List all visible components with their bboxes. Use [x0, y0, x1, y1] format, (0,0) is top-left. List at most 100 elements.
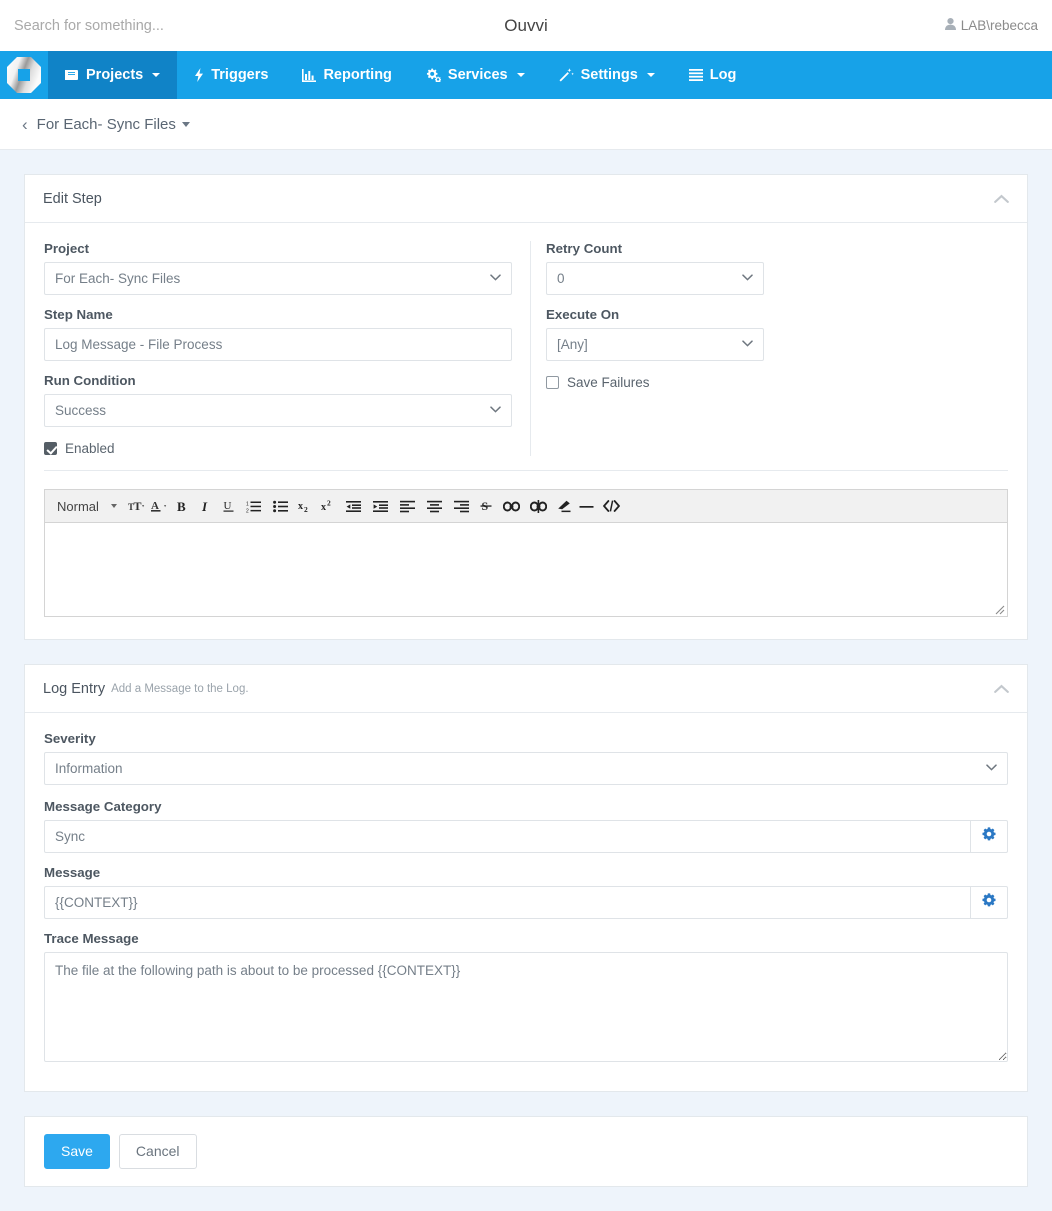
save-button[interactable]: Save: [44, 1134, 110, 1169]
field-step-name: Step Name: [44, 307, 512, 373]
log-entry-header: Log Entry Add a Message to the Log.: [25, 665, 1027, 713]
bolt-icon: [194, 68, 204, 82]
log-entry-body: Severity Message Category: [25, 713, 1027, 1091]
svg-text:U: U: [223, 500, 231, 512]
edit-step-left-column: Project Step Name Run Conditi: [44, 241, 531, 456]
bullet-list-icon[interactable]: [268, 494, 294, 518]
font-color-icon[interactable]: A: [149, 494, 171, 518]
run-condition-select[interactable]: [44, 394, 512, 427]
nav-label-services: Services: [447, 67, 508, 83]
unlink-icon[interactable]: [526, 494, 552, 518]
nav-label-settings: Settings: [580, 67, 638, 83]
editor-toolbar: Normal TT A B I U 1 2 x 2 x 2 S: [44, 489, 1008, 522]
main-navigation: Projects Triggers Reporting Services Set…: [0, 51, 1052, 99]
cancel-button[interactable]: Cancel: [118, 1134, 197, 1169]
field-message: Message: [44, 865, 1008, 919]
label-message: Message: [44, 865, 101, 880]
severity-select[interactable]: [44, 752, 1008, 785]
svg-text:2: 2: [304, 505, 308, 513]
trace-message-textarea[interactable]: [44, 952, 1008, 1062]
chevron-down-icon: [110, 504, 117, 508]
nav-item-triggers[interactable]: Triggers: [177, 51, 285, 99]
user-name: LAB\rebecca: [960, 18, 1038, 33]
logo-container[interactable]: [0, 51, 48, 99]
svg-text:B: B: [177, 500, 186, 513]
font-size-icon[interactable]: TT: [126, 494, 148, 518]
field-retry-count: Retry Count: [546, 241, 1008, 307]
resize-handle-icon[interactable]: [993, 603, 1005, 615]
indent-increase-icon[interactable]: [368, 494, 394, 518]
form-actions: Save Cancel: [24, 1116, 1028, 1187]
label-save-failures[interactable]: Save Failures: [567, 375, 650, 390]
label-execute-on: Execute On: [546, 307, 620, 322]
code-block-icon[interactable]: [599, 494, 625, 518]
underline-icon[interactable]: U: [218, 494, 240, 518]
svg-text:2: 2: [327, 499, 331, 508]
page-content: Edit Step Project For Each- Sync Files S…: [0, 150, 1052, 1187]
enabled-checkbox[interactable]: [44, 442, 57, 455]
chevron-down-icon: [516, 73, 525, 77]
breadcrumb: ‹ For Each- Sync Files: [0, 99, 1052, 150]
subscript-icon[interactable]: x2: [295, 494, 317, 518]
execute-on-select[interactable]: [546, 328, 764, 361]
edit-step-right-column: Retry Count Execute On: [531, 241, 1008, 456]
indent-decrease-icon[interactable]: [341, 494, 367, 518]
chevron-up-icon[interactable]: [994, 684, 1009, 693]
nav-item-services[interactable]: Services: [409, 51, 542, 99]
chevron-left-icon[interactable]: ‹: [22, 116, 28, 133]
label-retry-count: Retry Count: [546, 241, 623, 256]
nav-label-triggers: Triggers: [211, 67, 269, 83]
chevron-up-icon[interactable]: [994, 194, 1009, 203]
strikethrough-icon[interactable]: S: [476, 494, 498, 518]
caret-down-icon[interactable]: [181, 121, 190, 127]
edit-step-columns: Project Step Name Run Conditi: [44, 241, 1008, 471]
nav-label-reporting: Reporting: [323, 67, 392, 83]
project-select[interactable]: [44, 262, 512, 295]
chevron-down-icon: [152, 73, 161, 77]
breadcrumb-title[interactable]: For Each- Sync Files: [37, 116, 176, 133]
align-right-icon[interactable]: [449, 494, 475, 518]
message-category-input[interactable]: [44, 820, 972, 853]
align-center-icon[interactable]: [422, 494, 448, 518]
ouvvi-logo-icon: [7, 57, 41, 93]
user-icon: [944, 18, 956, 33]
log-entry-subtitle: Add a Message to the Log.: [111, 682, 249, 695]
search-input[interactable]: [0, 5, 380, 46]
nav-item-settings[interactable]: Settings: [542, 51, 672, 99]
label-run-condition: Run Condition: [44, 373, 136, 388]
field-message-category: Message Category: [44, 799, 1008, 853]
retry-count-select[interactable]: [546, 262, 764, 295]
step-name-input[interactable]: [44, 328, 512, 361]
svg-text:T: T: [134, 499, 142, 513]
log-entry-title: Log Entry: [43, 680, 106, 697]
align-left-icon[interactable]: [395, 494, 421, 518]
bold-icon[interactable]: B: [172, 494, 194, 518]
message-category-settings-button[interactable]: [971, 820, 1008, 853]
field-run-condition: Run Condition: [44, 373, 512, 439]
label-severity: Severity: [44, 731, 96, 746]
nav-item-reporting[interactable]: Reporting: [285, 51, 408, 99]
svg-text:1: 1: [246, 501, 249, 507]
edit-step-header: Edit Step: [25, 175, 1027, 223]
horizontal-rule-icon[interactable]: [576, 494, 598, 518]
message-settings-button[interactable]: [971, 886, 1008, 919]
message-input[interactable]: [44, 886, 972, 919]
top-search-bar: Ouvvi LAB\rebecca: [0, 0, 1052, 51]
bar-chart-icon: [302, 68, 317, 82]
save-failures-checkbox[interactable]: [546, 376, 559, 389]
editor-content-area[interactable]: [44, 522, 1008, 617]
ordered-list-icon[interactable]: 12: [241, 494, 267, 518]
user-menu[interactable]: LAB\rebecca: [944, 18, 1038, 33]
link-icon[interactable]: [499, 494, 525, 518]
field-execute-on: Execute On: [546, 307, 1008, 373]
format-picker[interactable]: Normal: [51, 499, 121, 514]
nav-item-projects[interactable]: Projects: [48, 51, 178, 99]
italic-icon[interactable]: I: [195, 494, 217, 518]
superscript-icon[interactable]: x2: [318, 494, 340, 518]
edit-step-panel: Edit Step Project For Each- Sync Files S…: [24, 174, 1028, 640]
page-title: Edit Step: [43, 190, 102, 207]
label-enabled[interactable]: Enabled: [65, 441, 115, 456]
nav-item-log[interactable]: Log: [672, 51, 754, 99]
field-enabled: Enabled: [44, 441, 512, 456]
clean-format-icon[interactable]: [553, 494, 575, 518]
